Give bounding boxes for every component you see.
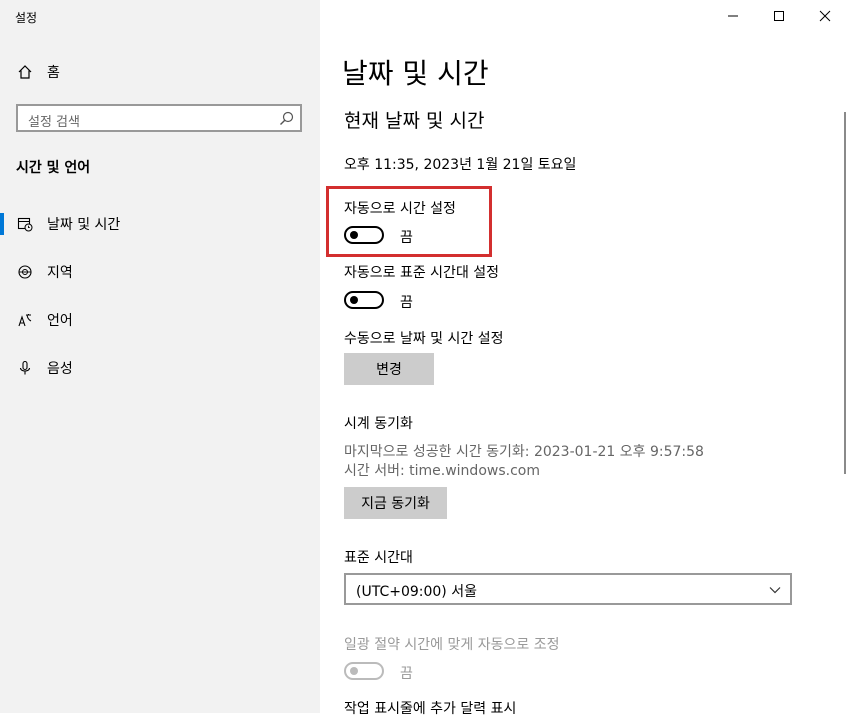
calendar-clock-icon <box>16 215 34 233</box>
taskbar-calendar-label: 작업 표시줄에 추가 달력 표시 <box>344 701 517 717</box>
search-placeholder: 설정 검색 <box>28 115 80 130</box>
toggle-knob <box>350 231 358 239</box>
maximize-icon <box>774 11 784 21</box>
timezone-label: 표준 시간대 <box>344 550 413 566</box>
sync-title: 시계 동기화 <box>344 416 413 432</box>
auto-time-toggle[interactable] <box>344 226 384 244</box>
globe-icon <box>16 263 34 281</box>
sidebar-item-date-time[interactable]: 날짜 및 시간 <box>0 204 320 244</box>
toggle-knob <box>350 667 358 675</box>
sidebar-item-language[interactable]: 언어 <box>0 300 320 340</box>
change-button[interactable]: 변경 <box>344 353 434 385</box>
language-icon <box>16 311 34 329</box>
auto-timezone-label: 자동으로 표준 시간대 설정 <box>344 265 500 281</box>
dst-label: 일광 절약 시간에 맞게 자동으로 조정 <box>344 637 560 653</box>
microphone-icon <box>16 359 34 377</box>
sidebar-item-region[interactable]: 지역 <box>0 252 320 292</box>
close-button[interactable] <box>802 0 848 32</box>
sidebar-item-speech[interactable]: 음성 <box>0 348 320 388</box>
current-datetime: 오후 11:35, 2023년 1월 21일 토요일 <box>344 157 577 173</box>
auto-time-label: 자동으로 시간 설정 <box>344 201 456 217</box>
sidebar-item-label: 홈 <box>47 65 60 81</box>
window-title: 설정 <box>15 11 38 25</box>
section-title: 현재 날짜 및 시간 <box>344 110 485 132</box>
time-server-text: 시간 서버: time.windows.com <box>344 463 540 479</box>
dst-state: 끔 <box>400 666 413 682</box>
last-sync-text: 마지막으로 성공한 시간 동기화: 2023-01-21 오후 9:57:58 <box>344 444 704 460</box>
sidebar-item-label: 날짜 및 시간 <box>47 217 121 233</box>
dst-toggle[interactable] <box>344 662 384 680</box>
manual-datetime-label: 수동으로 날짜 및 시간 설정 <box>344 331 504 347</box>
main-content: 날짜 및 시간 현재 날짜 및 시간 오후 11:35, 2023년 1월 21… <box>320 0 848 717</box>
timezone-select[interactable]: (UTC+09:00) 서울 <box>344 573 792 605</box>
auto-timezone-toggle[interactable] <box>344 291 384 309</box>
home-icon <box>16 63 34 81</box>
timezone-value: (UTC+09:00) 서울 <box>356 584 477 600</box>
scrollbar[interactable] <box>844 112 846 474</box>
chevron-down-icon <box>768 582 782 601</box>
close-icon <box>819 10 831 22</box>
auto-timezone-state: 끔 <box>400 295 413 311</box>
sidebar-item-home[interactable]: 홈 <box>0 52 320 92</box>
search-icon[interactable] <box>279 111 294 130</box>
maximize-button[interactable] <box>756 0 802 32</box>
sidebar: 설정 홈 설정 검색 시간 및 언어 날짜 및 시간 지역 언어 음성 <box>0 0 320 713</box>
sidebar-item-label: 지역 <box>47 265 73 281</box>
search-input[interactable]: 설정 검색 <box>16 104 302 132</box>
auto-time-state: 끔 <box>400 230 413 246</box>
toggle-knob <box>350 296 358 304</box>
sidebar-item-label: 언어 <box>47 313 73 329</box>
minimize-icon <box>728 15 738 17</box>
minimize-button[interactable] <box>710 0 756 32</box>
sync-now-button[interactable]: 지금 동기화 <box>344 487 447 519</box>
sidebar-section-title: 시간 및 언어 <box>16 160 91 176</box>
page-title: 날짜 및 시간 <box>342 57 489 90</box>
sidebar-item-label: 음성 <box>47 361 73 377</box>
